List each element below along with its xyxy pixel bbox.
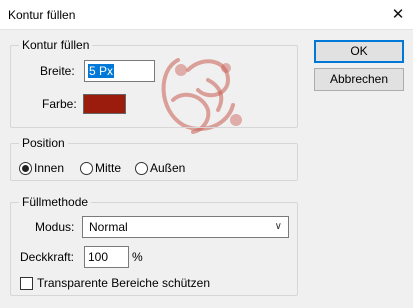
- blend-group-legend: Füllmethode: [19, 195, 92, 209]
- mode-select[interactable]: Normal ∨: [82, 216, 289, 238]
- color-label: Farbe:: [42, 97, 77, 111]
- opacity-unit: %: [132, 250, 143, 264]
- width-value: 5 Px: [88, 64, 115, 78]
- blend-group: Füllmethode Modus: Normal ∨ Deckkraft: 1…: [10, 195, 298, 296]
- mode-label: Modus:: [35, 220, 75, 234]
- radio-selected-dot: [22, 165, 29, 172]
- preserve-transparency-label[interactable]: Transparente Bereiche schützen: [37, 275, 210, 291]
- radio-mitte[interactable]: [80, 162, 93, 175]
- opacity-input[interactable]: 100: [84, 246, 129, 268]
- radio-aussen-label[interactable]: Außen: [150, 160, 185, 176]
- chevron-down-icon: ∨: [274, 221, 282, 232]
- close-icon[interactable]: ✕: [383, 0, 413, 30]
- cancel-button[interactable]: Abbrechen: [314, 68, 404, 91]
- stroke-group: Kontur füllen Breite: 5 Px Farbe:: [10, 38, 298, 128]
- radio-innen[interactable]: [19, 162, 32, 175]
- dialog-title: Kontur füllen: [8, 8, 76, 22]
- color-swatch[interactable]: [83, 94, 126, 114]
- mode-value: Normal: [89, 220, 128, 234]
- opacity-value: 100: [88, 250, 109, 264]
- opacity-label: Deckkraft:: [20, 250, 75, 264]
- radio-innen-label[interactable]: Innen: [34, 160, 64, 176]
- position-group: Position Innen Mitte Außen: [10, 136, 298, 181]
- ok-button[interactable]: OK: [314, 40, 404, 63]
- radio-mitte-label[interactable]: Mitte: [95, 160, 121, 176]
- title-bar: Kontur füllen ✕: [0, 0, 413, 30]
- radio-aussen[interactable]: [135, 162, 148, 175]
- stroke-group-legend: Kontur füllen: [19, 38, 93, 52]
- width-input[interactable]: 5 Px: [84, 60, 155, 82]
- position-group-legend: Position: [19, 136, 68, 150]
- width-label: Breite:: [40, 64, 75, 78]
- preserve-transparency-checkbox[interactable]: [20, 277, 33, 290]
